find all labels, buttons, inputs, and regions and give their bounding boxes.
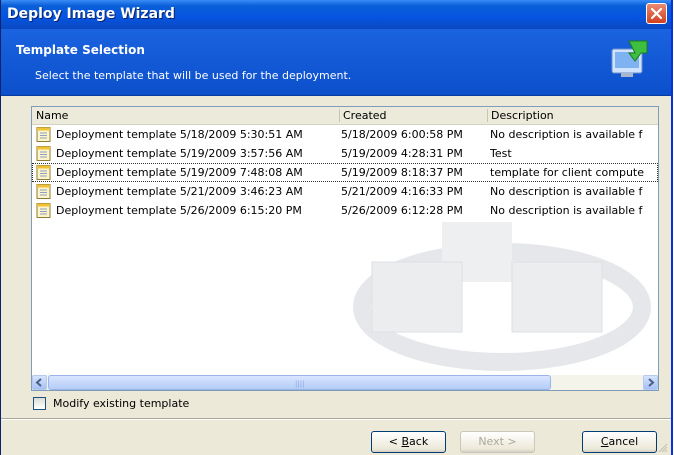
deploy-watermark-graphic	[353, 222, 651, 371]
title-bar[interactable]: Deploy Image Wizard	[1, 0, 671, 29]
template-document-icon	[36, 203, 51, 218]
cell-description: Test	[490, 147, 512, 160]
list-header: Name Created Description	[32, 107, 658, 125]
column-header-name[interactable]: Name	[32, 107, 339, 124]
cell-description: No description is available f	[490, 185, 643, 198]
cell-created: 5/19/2009 8:18:37 PM	[341, 166, 463, 179]
template-document-icon	[36, 184, 51, 199]
cell-description: template for client compute	[490, 166, 645, 179]
close-button[interactable]	[646, 3, 667, 24]
column-header-created[interactable]: Created	[339, 107, 487, 124]
cell-description: No description is available f	[490, 128, 643, 141]
scroll-right-button[interactable]	[643, 375, 658, 390]
template-list[interactable]: Name Created Description Deployment temp…	[31, 106, 659, 391]
footer-divider	[1, 418, 671, 420]
cell-name: Deployment template 5/19/2009 3:57:56 AM	[56, 147, 303, 160]
resize-grip-icon[interactable]	[658, 443, 668, 453]
cancel-button[interactable]: Cancel	[582, 431, 657, 453]
cell-name: Deployment template 5/21/2009 3:46:23 AM	[56, 185, 303, 198]
cell-name: Deployment template 5/26/2009 6:15:20 PM	[56, 204, 302, 217]
back-button[interactable]: < Back	[371, 431, 446, 453]
cell-created: 5/26/2009 6:12:28 PM	[341, 204, 463, 217]
close-icon	[650, 7, 663, 20]
page-title: Template Selection	[16, 43, 145, 57]
template-document-icon	[36, 165, 51, 180]
wizard-deploy-icon	[611, 40, 648, 77]
horizontal-scrollbar[interactable]: ||||	[32, 375, 658, 390]
wizard-window: Deploy Image Wizard Template Selection S…	[0, 0, 673, 455]
table-row[interactable]: Deployment template 5/21/2009 3:46:23 AM…	[32, 182, 658, 201]
page-subtitle: Select the template that will be used fo…	[35, 69, 352, 82]
cell-created: 5/18/2009 6:00:58 PM	[341, 128, 463, 141]
modify-template-checkbox[interactable]	[33, 397, 46, 410]
next-button[interactable]: Next >	[460, 431, 535, 453]
scroll-left-button[interactable]	[32, 375, 47, 390]
table-row[interactable]: Deployment template 5/19/2009 3:57:56 AM…	[32, 144, 658, 163]
cell-name: Deployment template 5/18/2009 5:30:51 AM	[56, 128, 303, 141]
cell-created: 5/19/2009 4:28:31 PM	[341, 147, 463, 160]
table-row[interactable]: Deployment template 5/18/2009 5:30:51 AM…	[32, 125, 658, 144]
table-row[interactable]: Deployment template 5/19/2009 7:48:08 AM…	[32, 163, 658, 182]
scroll-thumb[interactable]: ||||	[48, 375, 551, 390]
chevron-left-icon	[35, 378, 42, 387]
cell-description: No description is available f	[490, 204, 643, 217]
template-document-icon	[36, 127, 51, 142]
wizard-header: Template Selection Select the template t…	[1, 29, 671, 96]
window-title: Deploy Image Wizard	[7, 6, 175, 22]
chevron-right-icon	[648, 378, 655, 387]
table-row[interactable]: Deployment template 5/26/2009 6:15:20 PM…	[32, 201, 658, 220]
cell-created: 5/21/2009 4:16:33 PM	[341, 185, 463, 198]
modify-template-label[interactable]: Modify existing template	[53, 397, 189, 410]
column-header-description[interactable]: Description	[487, 107, 658, 124]
cell-name: Deployment template 5/19/2009 7:48:08 AM	[56, 166, 303, 179]
template-document-icon	[36, 146, 51, 161]
